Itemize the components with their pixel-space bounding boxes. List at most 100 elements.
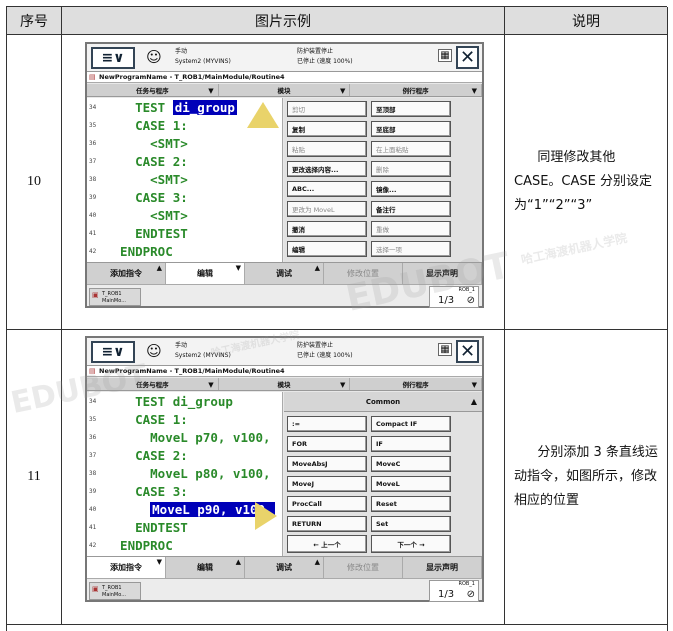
instruction-item[interactable]: MoveC — [371, 456, 451, 472]
quickset-icon[interactable]: ▦ — [438, 49, 452, 62]
instruction-item[interactable]: IF — [371, 436, 451, 452]
instruction-item[interactable]: Set — [371, 516, 451, 532]
cursor-arrow-icon — [255, 502, 277, 530]
code-line[interactable]: 42 ENDPROC — [87, 242, 282, 260]
instruction-item[interactable]: MoveAbsJ — [287, 456, 367, 472]
code-line[interactable]: 41 ENDTEST — [87, 224, 282, 242]
task-button[interactable]: T_ROB1 MainMo... — [89, 288, 141, 306]
code-line[interactable]: 41 ENDTEST — [87, 518, 282, 536]
code-line[interactable]: 34 TEST di_group — [87, 392, 282, 410]
edit-button[interactable]: 编辑 ▼ — [166, 263, 245, 284]
tab-routines[interactable]: 例行程序 ▼ — [350, 84, 483, 96]
menu-item[interactable]: 撤消 — [287, 221, 367, 237]
code-line[interactable]: 37 CASE 2: — [87, 152, 282, 170]
tab-label: 例行程序 — [402, 381, 429, 389]
close-icon[interactable]: ✕ — [456, 46, 479, 69]
edit-button[interactable]: 编辑 ▲ — [166, 557, 245, 578]
robot-status[interactable]: ROB_1 1/3 ⊘ — [429, 580, 479, 602]
flexpendant-screen: ≡∨ ☺ 手动 System2 (MYVINS) 防护装置停止 已停止 (速度 100%)… — [85, 42, 484, 308]
code-text-pre: <SMT> — [105, 135, 188, 151]
system-name: System2 (MYVINS) — [175, 58, 231, 65]
code-line[interactable]: 35 CASE 1: — [87, 410, 282, 428]
instruction-item[interactable]: Compact IF — [371, 416, 451, 432]
previous-button[interactable]: ← 上一个 — [287, 535, 367, 553]
command-label: 编辑 — [197, 269, 213, 278]
code-line[interactable]: 37 CASE 2: — [87, 446, 282, 464]
code-line[interactable]: 40 <SMT> — [87, 206, 282, 224]
quickset-icon[interactable]: ▦ — [438, 343, 452, 356]
speed-icon: ⊘ — [466, 589, 475, 600]
tab-tasks[interactable]: 任务与程序 ▼ — [87, 84, 219, 96]
menu-item[interactable]: 在上面粘贴 — [371, 141, 451, 157]
code-line[interactable]: 36 MoveL p70, v100, — [87, 428, 282, 446]
menu-item[interactable]: 粘贴 — [287, 141, 367, 157]
tab-routines[interactable]: 例行程序 ▼ — [350, 378, 483, 390]
code-line[interactable]: 38 MoveL p80, v100, — [87, 464, 282, 482]
row-description: 分别添加 3 条直线运动指令，如图所示，修改相应的位置 — [505, 330, 668, 625]
code-line[interactable]: 36 <SMT> — [87, 134, 282, 152]
speed-icon: ⊘ — [466, 295, 475, 306]
code-line[interactable]: 39 CASE 3: — [87, 188, 282, 206]
show-declarations-button[interactable]: 显示声明 — [403, 263, 482, 284]
tab-modules[interactable]: 模块 ▼ — [219, 84, 351, 96]
menu-item[interactable]: 复制 — [287, 121, 367, 137]
debug-button[interactable]: 调试 ▲ — [245, 263, 324, 284]
modify-position-button[interactable]: 修改位置 — [324, 557, 403, 578]
menu-item[interactable]: 镜像... — [371, 181, 451, 197]
next-button[interactable]: 下一个 → — [371, 535, 451, 553]
command-label: 显示声明 — [426, 563, 458, 572]
code-line[interactable]: 39 CASE 3: — [87, 482, 282, 500]
image-cell: ≡∨ ☺ 手动 System2 (MYVINS) 防护装置停止 已停止 (速度 100%)… — [62, 330, 505, 625]
code-text-pre: ENDTEST — [105, 519, 188, 535]
code-editor[interactable]: 34 TEST di_group 35 CASE 1: 36 <SMT> 37 CAS… — [87, 98, 283, 262]
instruction-item[interactable]: Reset — [371, 496, 451, 512]
code-line[interactable]: 40 MoveL p90, v100, — [87, 500, 282, 518]
dropdown-icon: ▼ — [471, 381, 478, 389]
menu-item[interactable]: 更改选择内容... — [287, 161, 367, 177]
menu-item[interactable]: 删除 — [371, 161, 451, 177]
close-icon[interactable]: ✕ — [456, 340, 479, 363]
main-menu-button[interactable]: ≡∨ — [91, 341, 135, 363]
code-text: CASE 3: — [105, 190, 188, 205]
menu-item[interactable]: 剪切 — [287, 101, 367, 117]
menu-item[interactable]: 至顶部 — [371, 101, 451, 117]
add-instruction-button[interactable]: 添加指令 ▼ — [87, 557, 166, 578]
instruction-item[interactable]: ProcCall — [287, 496, 367, 512]
tab-label: 任务与程序 — [136, 381, 169, 389]
modify-position-button[interactable]: 修改位置 — [324, 263, 403, 284]
command-bar: 添加指令 ▼ 编辑 ▲ 调试 ▲ 修改位置 显示声明 — [87, 556, 482, 578]
menu-item[interactable]: 选择一项 — [371, 241, 451, 257]
menu-item[interactable]: 编辑 — [287, 241, 367, 257]
code-line[interactable]: 42 ENDPROC — [87, 536, 282, 554]
menu-item[interactable]: 备注行 — [371, 201, 451, 217]
menu-item[interactable]: 至底部 — [371, 121, 451, 137]
menu-item[interactable]: 重做 — [371, 221, 451, 237]
instruction-item[interactable]: MoveJ — [287, 476, 367, 492]
user-icon[interactable]: ☺ — [143, 340, 165, 362]
robot-status[interactable]: ROB_1 1/3 ⊘ — [429, 286, 479, 308]
instruction-item[interactable]: MoveL — [371, 476, 451, 492]
code-editor[interactable]: 34 TEST di_group 35 CASE 1: 36 MoveL p70, … — [87, 392, 283, 556]
mode-text: 手动 — [175, 342, 188, 349]
instruction-item[interactable]: FOR — [287, 436, 367, 452]
instruction-group-header[interactable]: Common ▲ — [284, 392, 482, 412]
dropdown-icon: ▼ — [339, 381, 346, 389]
menu-item[interactable]: 更改为 MoveL — [287, 201, 367, 217]
line-number: 38 — [89, 175, 97, 183]
tab-tasks[interactable]: 任务与程序 ▼ — [87, 378, 219, 390]
instruction-item[interactable]: := — [287, 416, 367, 432]
code-text-pre — [105, 502, 150, 517]
instruction-item[interactable]: RETURN — [287, 516, 367, 532]
main-menu-button[interactable]: ≡∨ — [91, 47, 135, 69]
task-button[interactable]: T_ROB1 MainMo... — [89, 582, 141, 600]
add-instruction-button[interactable]: 添加指令 ▲ — [87, 263, 166, 284]
safety-text: 防护装置停止 — [297, 342, 334, 349]
menu-item[interactable]: ABC... — [287, 181, 367, 197]
line-number: 35 — [89, 415, 97, 423]
code-selection[interactable]: di_group — [172, 99, 237, 115]
tab-modules[interactable]: 模块 ▼ — [219, 378, 351, 390]
code-line[interactable]: 38 <SMT> — [87, 170, 282, 188]
debug-button[interactable]: 调试 ▲ — [245, 557, 324, 578]
user-icon[interactable]: ☺ — [143, 46, 165, 68]
show-declarations-button[interactable]: 显示声明 — [403, 557, 482, 578]
